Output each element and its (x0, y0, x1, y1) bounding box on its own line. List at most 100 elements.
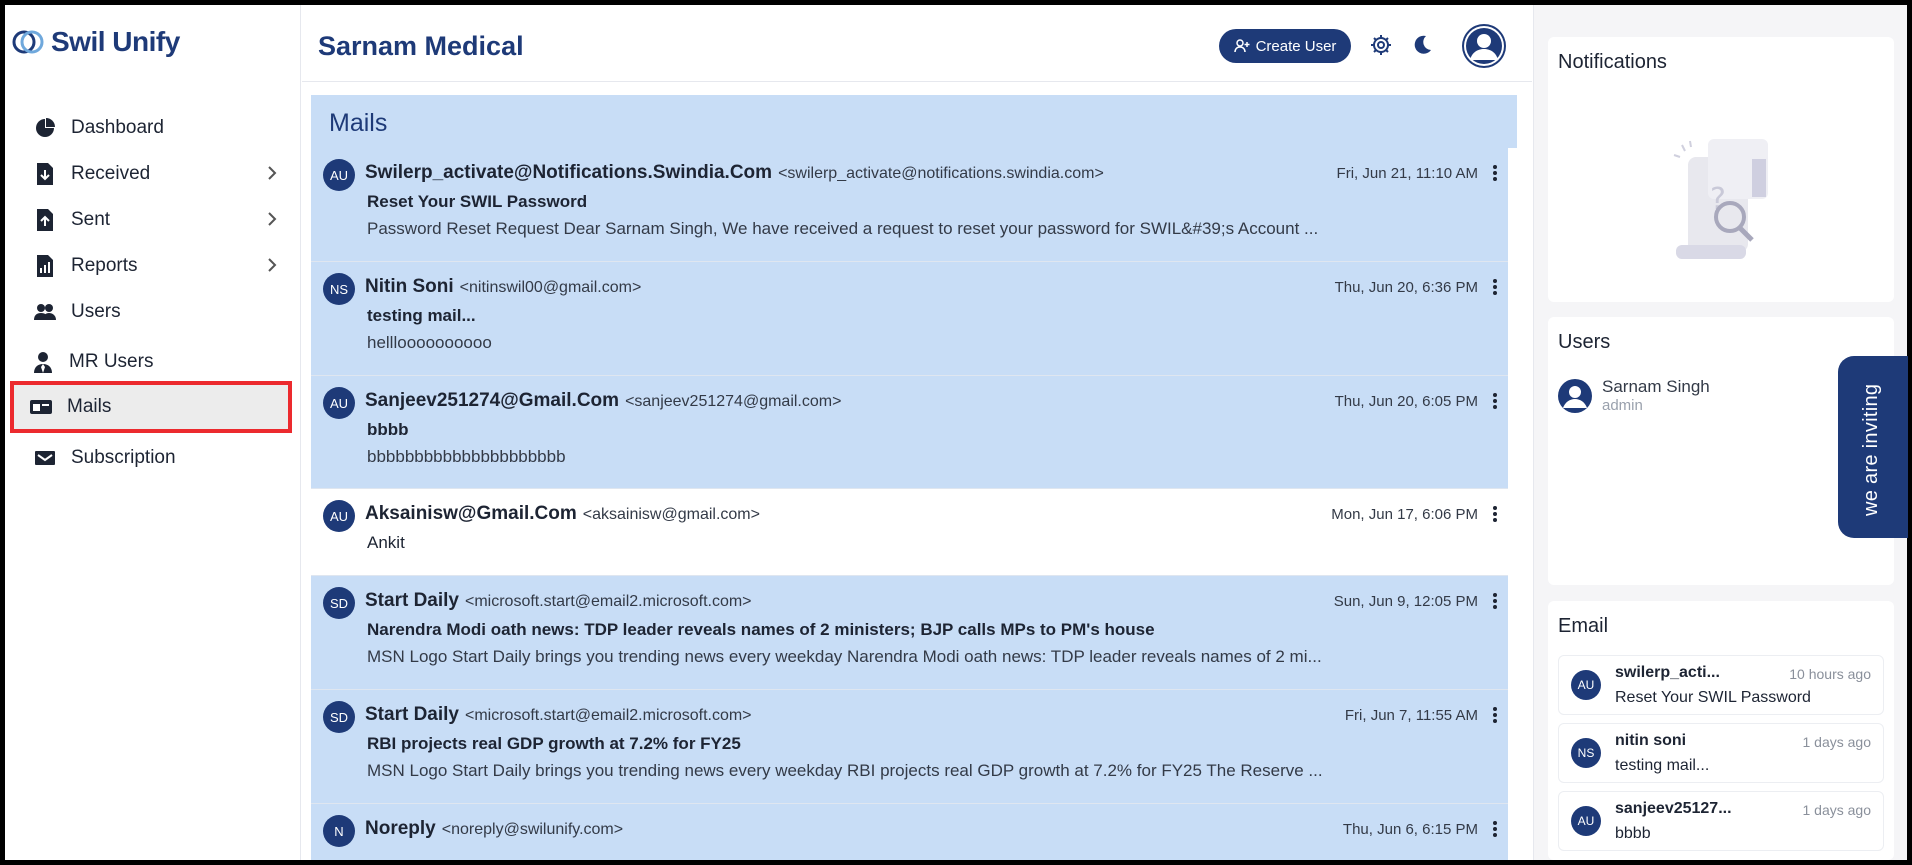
email-from: nitin soni (1615, 732, 1687, 749)
sidebar-item-reports[interactable]: Reports (15, 243, 291, 289)
mail-preview: MSN Logo Start Daily brings you trending… (367, 761, 1323, 780)
mail-sender: Aksainisw@Gmail.Com (365, 503, 577, 524)
more-options-icon[interactable] (1492, 278, 1498, 296)
mail-sender: Sanjeev251274@Gmail.Com (365, 390, 620, 411)
mail-sender: Start Daily (365, 590, 459, 611)
mail-subject: Narendra Modi oath news: TDP leader reve… (367, 620, 1155, 639)
logo-icon (12, 30, 44, 54)
mail-date: Thu, Jun 20, 6:05 PM (1334, 393, 1478, 410)
mail-row[interactable]: AU Sanjeev251274@Gmail.Com <sanjeev251274… (311, 376, 1508, 489)
mail-row[interactable]: N Noreply <noreply@swilunify.com> Thu, Ju… (311, 804, 1508, 860)
create-user-button[interactable]: Create User (1219, 29, 1351, 63)
chevron-right-icon (268, 258, 277, 272)
users-title: Users (1558, 331, 1611, 353)
mail-date: Fri, Jun 7, 11:55 AM (1344, 707, 1478, 724)
avatar: AU (323, 387, 355, 419)
sidebar-item-label: Sent (71, 209, 111, 230)
sidebar-item-label: Mails (67, 396, 112, 417)
sidebar-item-mr-users[interactable]: MR Users (15, 339, 291, 385)
more-options-icon[interactable] (1492, 592, 1498, 610)
email-item[interactable]: NS nitin soni 1 days ago testing mail... (1558, 723, 1884, 783)
mail-subject: Reset Your SWIL Password (367, 192, 588, 211)
notifications-card: Notifications ? (1548, 37, 1894, 302)
notifications-title: Notifications (1558, 51, 1667, 73)
mail-sender-line: Swilerp_activate@Notifications.Swindia.C… (365, 162, 1104, 184)
mail-row[interactable]: AU Swilerp_activate@Notifications.Swindi… (311, 148, 1508, 262)
email-time: 10 hours ago (1789, 666, 1871, 682)
sidebar-item-received[interactable]: Received (15, 151, 291, 197)
sidebar-item-mails[interactable]: Mails (10, 381, 292, 433)
mail-sender-line: Start Daily <microsoft.start@email2.micro… (365, 590, 752, 612)
mail-sender: Start Daily (365, 704, 459, 725)
mail-date: Mon, Jun 17, 6:06 PM (1331, 506, 1478, 523)
invite-label: we are inviting (1860, 383, 1882, 516)
main-content: Sarnam Medical Create User Mails AU Swil… (302, 5, 1532, 860)
sidebar-item-label: Dashboard (71, 117, 164, 138)
sidebar-item-label: MR Users (69, 351, 154, 372)
mail-row[interactable]: SD Start Daily <microsoft.start@email2.mi… (311, 690, 1508, 804)
avatar: NS (323, 273, 355, 305)
avatar: AU (323, 159, 355, 191)
mails-panel: Mails AU Swilerp_activate@Notifications.… (311, 95, 1517, 860)
email-subject: testing mail... (1615, 757, 1710, 774)
sidebar-item-label: Received (71, 163, 151, 184)
mail-icon (29, 395, 53, 419)
invite-tab[interactable]: we are inviting (1838, 356, 1908, 538)
mail-date: Thu, Jun 6, 6:15 PM (1342, 821, 1478, 838)
pie-chart-icon (33, 116, 57, 140)
email-item[interactable]: AU swilerp_acti... 10 hours ago Reset Yo… (1558, 655, 1884, 715)
avatar: AU (1571, 670, 1601, 700)
avatar: NS (1571, 738, 1601, 768)
user-item[interactable]: Sarnam Singh admin (1558, 377, 1710, 414)
moon-icon[interactable] (1411, 34, 1433, 56)
user-name: Sarnam Singh (1602, 377, 1710, 396)
mail-address: <microsoft.start@email2.microsoft.com> (464, 707, 752, 724)
create-user-label: Create User (1255, 37, 1337, 55)
mail-row[interactable]: AU Aksainisw@Gmail.Com <aksainisw@gmail.c… (311, 489, 1508, 576)
email-time: 1 days ago (1802, 802, 1872, 818)
avatar: SD (323, 701, 355, 733)
sidebar-item-sent[interactable]: Sent (15, 197, 291, 243)
avatar: SD (323, 587, 355, 619)
mail-address: <swilerp_activate@notifications.swindia.… (778, 165, 1104, 182)
more-options-icon[interactable] (1492, 164, 1498, 182)
mail-sender: Swilerp_activate@Notifications.Swindia.C… (365, 162, 773, 183)
sidebar-item-label: Subscription (71, 447, 176, 468)
mail-preview: MSN Logo Start Daily brings you trending… (367, 647, 1322, 666)
sidebar-item-subscription[interactable]: Subscription (15, 435, 291, 481)
more-options-icon[interactable] (1492, 505, 1498, 523)
sidebar-item-users[interactable]: Users (15, 289, 291, 335)
email-from: swilerp_acti... (1615, 664, 1720, 681)
users-icon (33, 300, 57, 324)
email-from: sanjeev25127... (1615, 800, 1732, 817)
gear-icon[interactable] (1370, 34, 1392, 56)
mail-subject: bbbb (367, 420, 409, 439)
mr-user-icon (31, 350, 55, 374)
mail-date: Fri, Jun 21, 11:10 AM (1336, 165, 1478, 182)
email-time: 1 days ago (1802, 734, 1872, 750)
chevron-right-icon (268, 212, 277, 226)
mail-preview: hellloooooooooo (367, 333, 492, 352)
brand-name: Swil Unify (51, 26, 180, 57)
mail-date: Sun, Jun 9, 12:05 PM (1333, 593, 1478, 610)
email-item[interactable]: AU sanjeev25127... 1 days ago bbbb (1558, 791, 1884, 851)
mail-sender-line: Nitin Soni <nitinswil00@gmail.com> (365, 276, 641, 298)
mail-subject: testing mail... (367, 306, 476, 325)
mail-date: Thu, Jun 20, 6:36 PM (1334, 279, 1478, 296)
top-bar: Sarnam Medical Create User (302, 5, 1532, 82)
brand-logo[interactable]: Swil Unify (11, 25, 180, 59)
more-options-icon[interactable] (1492, 392, 1498, 410)
mail-subject: Ankit (367, 533, 405, 552)
mail-sender-line: Aksainisw@Gmail.Com <aksainisw@gmail.com> (365, 503, 760, 525)
more-options-icon[interactable] (1492, 706, 1498, 724)
app-frame: Swil Unify Dashboard Received Sent Repor… (5, 5, 1907, 860)
page-title: Sarnam Medical (318, 31, 524, 61)
chevron-right-icon (268, 166, 277, 180)
mail-row[interactable]: NS Nitin Soni <nitinswil00@gmail.com> Thu… (311, 262, 1508, 376)
avatar (1558, 378, 1592, 413)
avatar[interactable] (1462, 24, 1506, 68)
more-options-icon[interactable] (1492, 820, 1498, 838)
avatar: AU (323, 500, 355, 532)
mail-row[interactable]: SD Start Daily <microsoft.start@email2.mi… (311, 576, 1508, 690)
sidebar-item-dashboard[interactable]: Dashboard (15, 105, 291, 151)
